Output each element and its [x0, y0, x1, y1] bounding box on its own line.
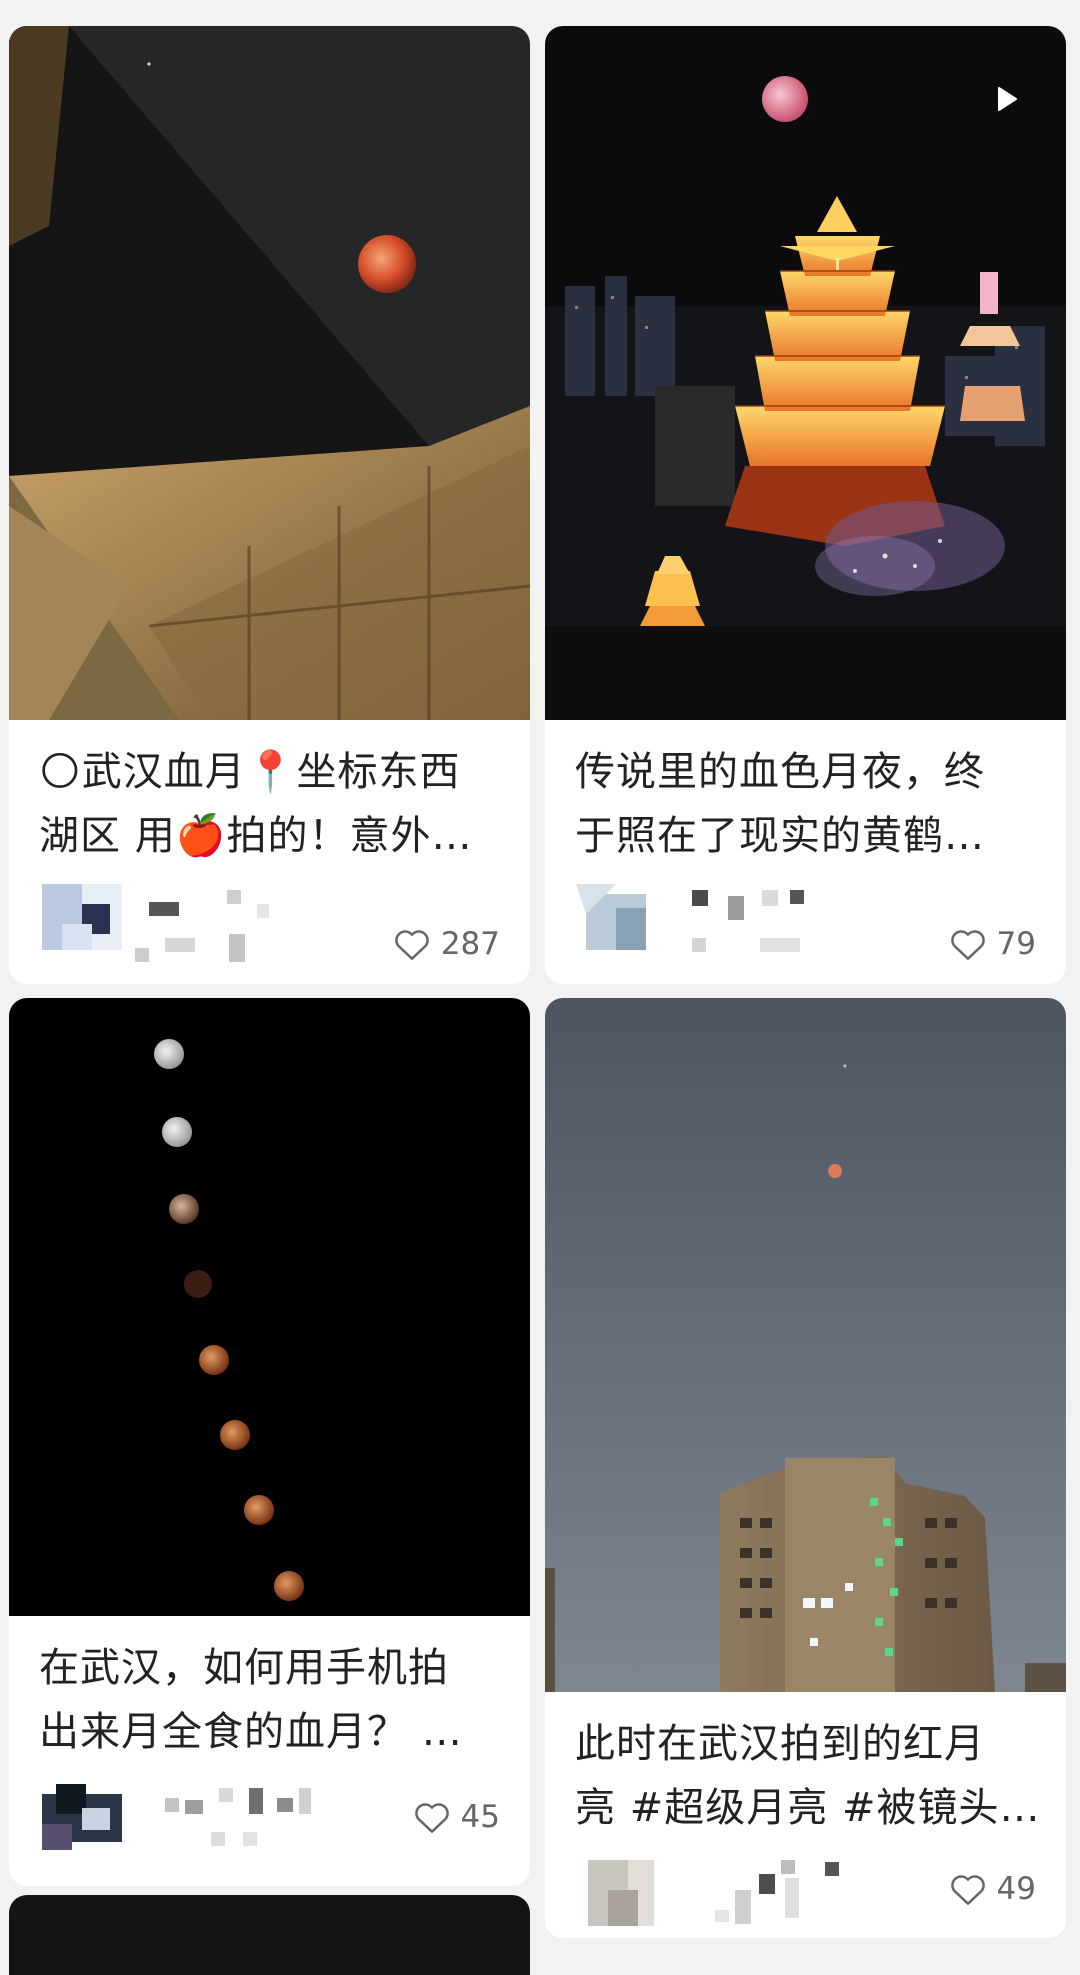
post-title-line: 🌕武汉血月📍坐标东西 — [39, 749, 461, 795]
username-blurred[interactable] — [685, 1860, 845, 1938]
feed-card[interactable] — [9, 1895, 530, 1975]
post-title[interactable]: 此时在武汉拍到的红月 亮 #超级月亮 #被镜头… — [575, 1712, 1040, 1840]
post-title-line: 传说里的血色月夜，终 — [575, 749, 985, 795]
username-blurred[interactable] — [159, 1784, 319, 1864]
like-count: 45 — [460, 1799, 500, 1835]
feed-card[interactable]: 在武汉，如何用手机拍 出来月全食的血月？ … 45 — [9, 998, 530, 1886]
avatar[interactable] — [42, 1784, 122, 1850]
heart-outline-icon — [950, 930, 985, 960]
post-title-line: 湖区 用🍎拍的！意外… — [39, 813, 473, 859]
play-icon[interactable] — [996, 86, 1018, 112]
like-count: 49 — [996, 1871, 1036, 1907]
feed-card[interactable]: 此时在武汉拍到的红月 亮 #超级月亮 #被镜头… 49 — [545, 998, 1066, 1938]
post-image[interactable] — [9, 998, 530, 1616]
post-image[interactable] — [9, 26, 530, 720]
post-title-line: 在武汉，如何用手机拍 — [39, 1645, 449, 1691]
heart-outline-icon — [395, 930, 429, 960]
heart-outline-icon — [950, 1875, 985, 1905]
avatar[interactable] — [588, 1860, 668, 1926]
post-title-line: 于照在了现实的黄鹤… — [575, 813, 985, 859]
avatar[interactable] — [42, 884, 122, 950]
like-button[interactable]: 45 — [413, 1792, 500, 1842]
username-blurred[interactable] — [680, 884, 840, 964]
avatar[interactable] — [576, 884, 656, 950]
post-title-line: 亮 #超级月亮 #被镜头… — [575, 1785, 1040, 1831]
username-blurred[interactable] — [135, 884, 299, 964]
post-title[interactable]: 在武汉，如何用手机拍 出来月全食的血月？ … — [39, 1636, 504, 1764]
post-image[interactable] — [545, 998, 1066, 1692]
post-title[interactable]: 🌕武汉血月📍坐标东西 湖区 用🍎拍的！意外… — [39, 740, 504, 868]
like-count: 79 — [996, 926, 1036, 962]
post-title-line: 出来月全食的血月？ … — [39, 1709, 463, 1755]
heart-outline-icon — [414, 1803, 449, 1833]
feed-card[interactable]: 🌕武汉血月📍坐标东西 湖区 用🍎拍的！意外… 287 — [9, 26, 530, 984]
like-button[interactable]: 79 — [949, 919, 1036, 969]
post-title[interactable]: 传说里的血色月夜，终 于照在了现实的黄鹤… — [575, 740, 1040, 868]
post-image[interactable] — [545, 26, 1066, 720]
like-button[interactable]: 287 — [393, 919, 500, 969]
like-count: 287 — [440, 926, 500, 962]
feed-card[interactable]: 传说里的血色月夜，终 于照在了现实的黄鹤… 79 — [545, 26, 1066, 984]
post-title-line: 此时在武汉拍到的红月 — [575, 1721, 985, 1767]
like-button[interactable]: 49 — [949, 1864, 1036, 1914]
